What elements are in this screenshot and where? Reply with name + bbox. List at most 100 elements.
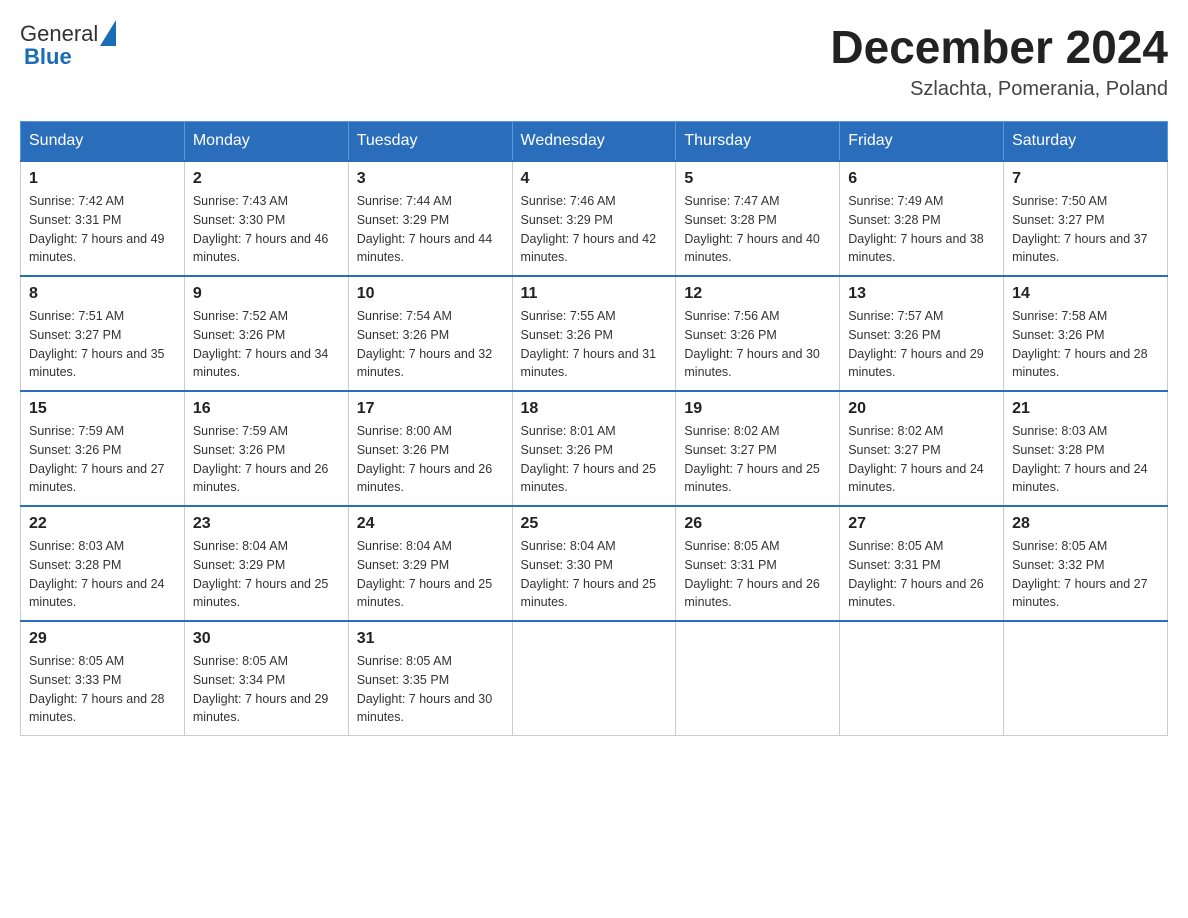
day-number: 6 [848, 170, 995, 188]
day-number: 11 [521, 285, 668, 303]
day-number: 24 [357, 515, 504, 533]
table-row: 29 Sunrise: 8:05 AMSunset: 3:33 PMDaylig… [21, 621, 185, 736]
day-number: 25 [521, 515, 668, 533]
day-info: Sunrise: 7:43 AMSunset: 3:30 PMDaylight:… [193, 194, 329, 264]
table-row [676, 621, 840, 736]
day-info: Sunrise: 8:04 AMSunset: 3:30 PMDaylight:… [521, 539, 657, 609]
table-row: 31 Sunrise: 8:05 AMSunset: 3:35 PMDaylig… [348, 621, 512, 736]
day-number: 9 [193, 285, 340, 303]
location-title: Szlachta, Pomerania, Poland [830, 78, 1168, 101]
day-number: 12 [684, 285, 831, 303]
day-number: 7 [1012, 170, 1159, 188]
day-number: 29 [29, 630, 176, 648]
day-info: Sunrise: 7:56 AMSunset: 3:26 PMDaylight:… [684, 309, 820, 379]
calendar-week-row: 15 Sunrise: 7:59 AMSunset: 3:26 PMDaylig… [21, 391, 1168, 506]
table-row: 23 Sunrise: 8:04 AMSunset: 3:29 PMDaylig… [184, 506, 348, 621]
day-number: 26 [684, 515, 831, 533]
table-row: 3 Sunrise: 7:44 AMSunset: 3:29 PMDayligh… [348, 161, 512, 276]
day-number: 10 [357, 285, 504, 303]
day-number: 30 [193, 630, 340, 648]
table-row: 9 Sunrise: 7:52 AMSunset: 3:26 PMDayligh… [184, 276, 348, 391]
day-info: Sunrise: 7:59 AMSunset: 3:26 PMDaylight:… [29, 424, 165, 494]
table-row: 25 Sunrise: 8:04 AMSunset: 3:30 PMDaylig… [512, 506, 676, 621]
header-saturday: Saturday [1004, 122, 1168, 162]
table-row: 15 Sunrise: 7:59 AMSunset: 3:26 PMDaylig… [21, 391, 185, 506]
table-row: 30 Sunrise: 8:05 AMSunset: 3:34 PMDaylig… [184, 621, 348, 736]
day-number: 13 [848, 285, 995, 303]
day-info: Sunrise: 8:03 AMSunset: 3:28 PMDaylight:… [1012, 424, 1148, 494]
table-row: 26 Sunrise: 8:05 AMSunset: 3:31 PMDaylig… [676, 506, 840, 621]
table-row [1004, 621, 1168, 736]
day-info: Sunrise: 8:03 AMSunset: 3:28 PMDaylight:… [29, 539, 165, 609]
table-row: 5 Sunrise: 7:47 AMSunset: 3:28 PMDayligh… [676, 161, 840, 276]
day-number: 8 [29, 285, 176, 303]
month-title: December 2024 [830, 20, 1168, 74]
table-row: 24 Sunrise: 8:04 AMSunset: 3:29 PMDaylig… [348, 506, 512, 621]
header-thursday: Thursday [676, 122, 840, 162]
day-number: 16 [193, 400, 340, 418]
day-number: 2 [193, 170, 340, 188]
header-friday: Friday [840, 122, 1004, 162]
day-number: 23 [193, 515, 340, 533]
day-info: Sunrise: 8:05 AMSunset: 3:33 PMDaylight:… [29, 654, 165, 724]
day-info: Sunrise: 7:49 AMSunset: 3:28 PMDaylight:… [848, 194, 984, 264]
day-info: Sunrise: 8:05 AMSunset: 3:35 PMDaylight:… [357, 654, 493, 724]
header-wednesday: Wednesday [512, 122, 676, 162]
day-info: Sunrise: 7:52 AMSunset: 3:26 PMDaylight:… [193, 309, 329, 379]
day-number: 22 [29, 515, 176, 533]
logo: General Blue [20, 20, 116, 70]
calendar-week-row: 8 Sunrise: 7:51 AMSunset: 3:27 PMDayligh… [21, 276, 1168, 391]
table-row: 18 Sunrise: 8:01 AMSunset: 3:26 PMDaylig… [512, 391, 676, 506]
day-number: 5 [684, 170, 831, 188]
table-row: 7 Sunrise: 7:50 AMSunset: 3:27 PMDayligh… [1004, 161, 1168, 276]
day-info: Sunrise: 8:01 AMSunset: 3:26 PMDaylight:… [521, 424, 657, 494]
day-number: 4 [521, 170, 668, 188]
day-info: Sunrise: 8:02 AMSunset: 3:27 PMDaylight:… [684, 424, 820, 494]
day-info: Sunrise: 8:05 AMSunset: 3:31 PMDaylight:… [684, 539, 820, 609]
calendar-table: Sunday Monday Tuesday Wednesday Thursday… [20, 121, 1168, 736]
table-row: 20 Sunrise: 8:02 AMSunset: 3:27 PMDaylig… [840, 391, 1004, 506]
day-info: Sunrise: 7:55 AMSunset: 3:26 PMDaylight:… [521, 309, 657, 379]
table-row: 10 Sunrise: 7:54 AMSunset: 3:26 PMDaylig… [348, 276, 512, 391]
day-info: Sunrise: 7:54 AMSunset: 3:26 PMDaylight:… [357, 309, 493, 379]
day-number: 31 [357, 630, 504, 648]
day-info: Sunrise: 7:42 AMSunset: 3:31 PMDaylight:… [29, 194, 165, 264]
day-info: Sunrise: 8:05 AMSunset: 3:31 PMDaylight:… [848, 539, 984, 609]
day-info: Sunrise: 8:00 AMSunset: 3:26 PMDaylight:… [357, 424, 493, 494]
table-row: 12 Sunrise: 7:56 AMSunset: 3:26 PMDaylig… [676, 276, 840, 391]
table-row: 27 Sunrise: 8:05 AMSunset: 3:31 PMDaylig… [840, 506, 1004, 621]
day-info: Sunrise: 7:47 AMSunset: 3:28 PMDaylight:… [684, 194, 820, 264]
day-number: 15 [29, 400, 176, 418]
day-info: Sunrise: 8:02 AMSunset: 3:27 PMDaylight:… [848, 424, 984, 494]
day-number: 20 [848, 400, 995, 418]
table-row: 21 Sunrise: 8:03 AMSunset: 3:28 PMDaylig… [1004, 391, 1168, 506]
day-number: 14 [1012, 285, 1159, 303]
table-row [840, 621, 1004, 736]
table-row: 14 Sunrise: 7:58 AMSunset: 3:26 PMDaylig… [1004, 276, 1168, 391]
day-number: 18 [521, 400, 668, 418]
day-info: Sunrise: 8:05 AMSunset: 3:32 PMDaylight:… [1012, 539, 1148, 609]
weekday-header-row: Sunday Monday Tuesday Wednesday Thursday… [21, 122, 1168, 162]
day-number: 28 [1012, 515, 1159, 533]
day-number: 19 [684, 400, 831, 418]
table-row: 17 Sunrise: 8:00 AMSunset: 3:26 PMDaylig… [348, 391, 512, 506]
day-number: 3 [357, 170, 504, 188]
day-info: Sunrise: 7:59 AMSunset: 3:26 PMDaylight:… [193, 424, 329, 494]
day-info: Sunrise: 7:50 AMSunset: 3:27 PMDaylight:… [1012, 194, 1148, 264]
table-row: 8 Sunrise: 7:51 AMSunset: 3:27 PMDayligh… [21, 276, 185, 391]
day-info: Sunrise: 7:46 AMSunset: 3:29 PMDaylight:… [521, 194, 657, 264]
table-row [512, 621, 676, 736]
day-number: 1 [29, 170, 176, 188]
page-header: General Blue December 2024 Szlachta, Pom… [20, 20, 1168, 101]
table-row: 16 Sunrise: 7:59 AMSunset: 3:26 PMDaylig… [184, 391, 348, 506]
table-row: 19 Sunrise: 8:02 AMSunset: 3:27 PMDaylig… [676, 391, 840, 506]
title-area: December 2024 Szlachta, Pomerania, Polan… [830, 20, 1168, 101]
day-info: Sunrise: 8:04 AMSunset: 3:29 PMDaylight:… [357, 539, 493, 609]
table-row: 13 Sunrise: 7:57 AMSunset: 3:26 PMDaylig… [840, 276, 1004, 391]
day-number: 17 [357, 400, 504, 418]
day-info: Sunrise: 7:57 AMSunset: 3:26 PMDaylight:… [848, 309, 984, 379]
day-info: Sunrise: 8:05 AMSunset: 3:34 PMDaylight:… [193, 654, 329, 724]
day-info: Sunrise: 7:44 AMSunset: 3:29 PMDaylight:… [357, 194, 493, 264]
day-info: Sunrise: 8:04 AMSunset: 3:29 PMDaylight:… [193, 539, 329, 609]
table-row: 22 Sunrise: 8:03 AMSunset: 3:28 PMDaylig… [21, 506, 185, 621]
